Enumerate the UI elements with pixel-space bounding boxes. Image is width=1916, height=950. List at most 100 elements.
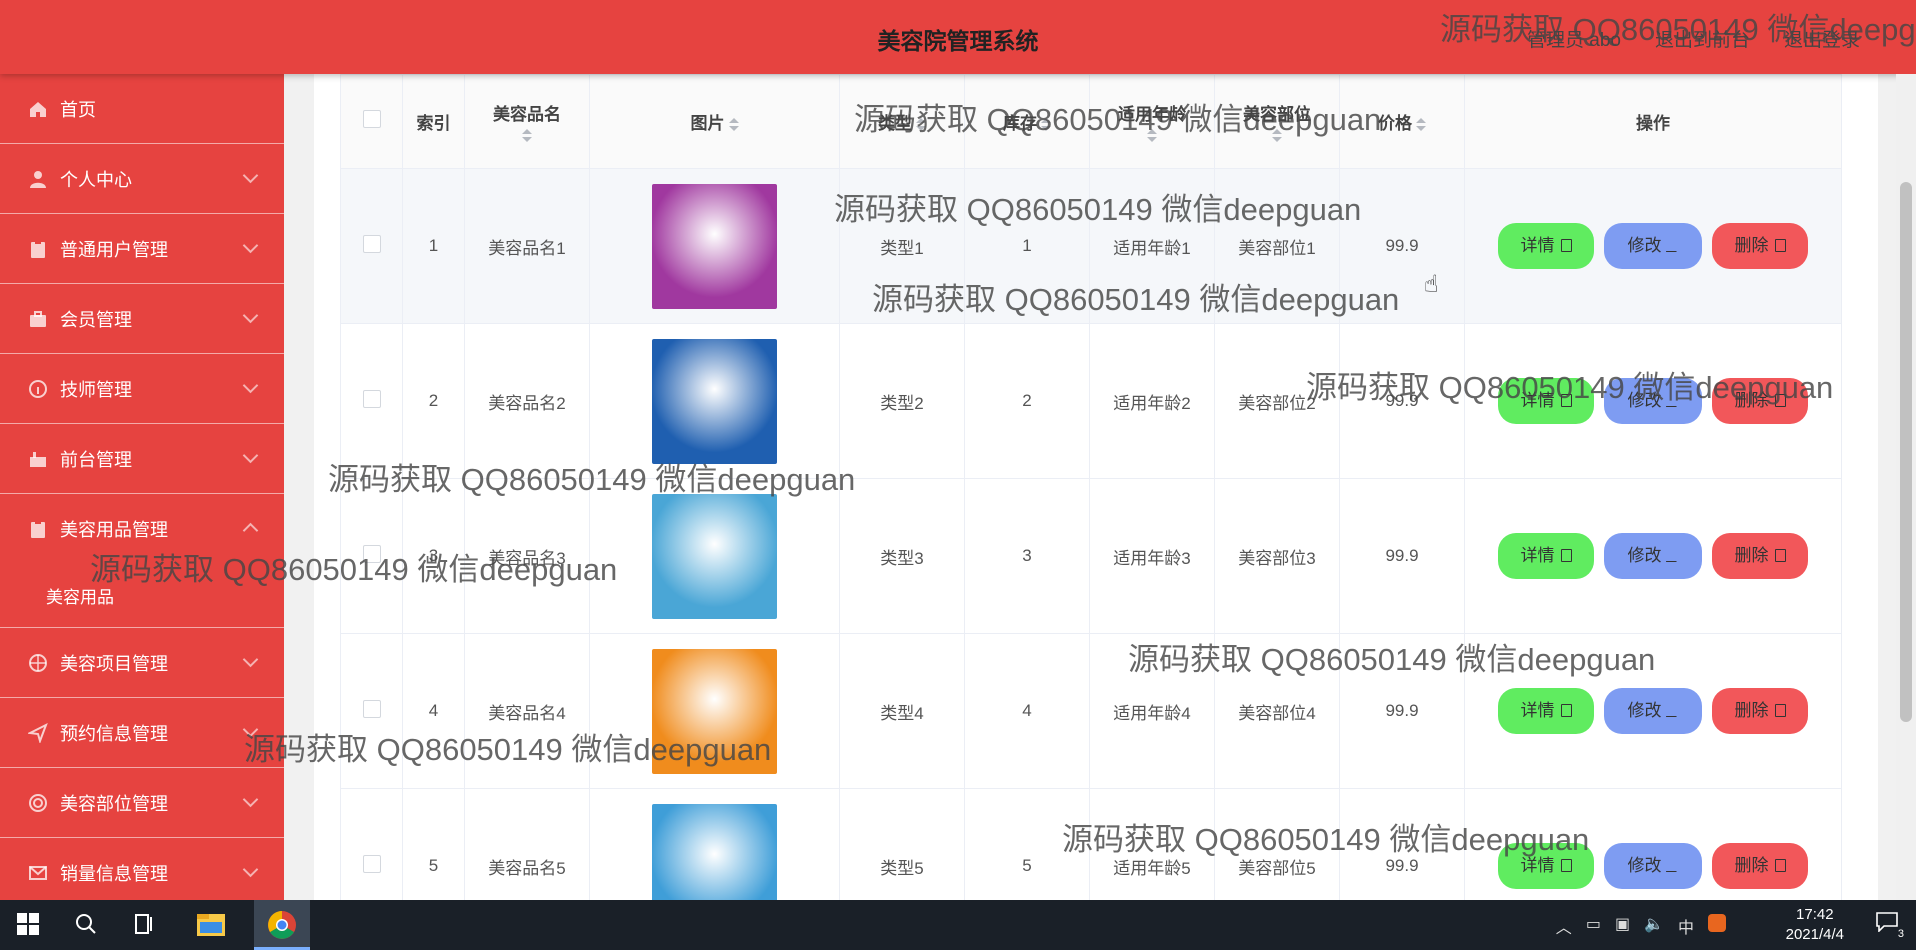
document-icon bbox=[1560, 394, 1572, 407]
logout-link[interactable]: 退出登录 bbox=[1784, 25, 1860, 52]
sidebar-item-home[interactable]: 首页 bbox=[0, 74, 284, 144]
sidebar-subitem-beauty-product[interactable]: 美容用品 bbox=[0, 564, 284, 628]
edit-button[interactable]: 修改 bbox=[1604, 843, 1702, 889]
chrome-taskbar-button[interactable] bbox=[254, 900, 310, 950]
sort-icon[interactable] bbox=[1272, 129, 1282, 143]
cell-part: 美容部位1 bbox=[1214, 168, 1340, 324]
table-row[interactable]: 5 美容品名5 类型5 5 适用年龄5 美容部位5 99.9 详情 修改 删除 bbox=[340, 788, 1842, 900]
sort-icon[interactable] bbox=[1041, 117, 1051, 132]
cell-price: 99.9 bbox=[1339, 478, 1465, 634]
chevron-down-icon bbox=[242, 791, 259, 808]
cell-price: 99.9 bbox=[1339, 168, 1465, 324]
edit-button[interactable]: 修改 bbox=[1604, 223, 1702, 269]
header-links: 管理员 abo 退出到前台 退出登录 bbox=[1527, 25, 1860, 52]
scrollbar-thumb[interactable] bbox=[1900, 182, 1912, 722]
delete-button[interactable]: 删除 bbox=[1712, 378, 1808, 424]
sidebar-item-beauty-projects[interactable]: 美容项目管理 bbox=[0, 628, 284, 698]
table-row[interactable]: 3 美容品名3 类型3 3 适用年龄3 美容部位3 99.9 详情 修改 删除 bbox=[340, 478, 1842, 634]
detail-button[interactable]: 详情 bbox=[1498, 843, 1594, 889]
row-checkbox[interactable] bbox=[362, 544, 381, 563]
search-icon[interactable] bbox=[74, 912, 98, 936]
delete-button[interactable]: 删除 bbox=[1712, 223, 1808, 269]
delete-button[interactable]: 删除 bbox=[1712, 688, 1808, 734]
pencil-icon bbox=[1665, 859, 1681, 872]
windows-start-icon[interactable] bbox=[16, 912, 40, 936]
row-checkbox[interactable] bbox=[362, 389, 381, 408]
header-stock[interactable]: 库存 bbox=[964, 74, 1090, 169]
row-checkbox[interactable] bbox=[362, 699, 381, 718]
delete-button[interactable]: 删除 bbox=[1712, 533, 1808, 579]
header-name[interactable]: 美容品名 bbox=[464, 74, 590, 169]
app-tray-icon[interactable] bbox=[1708, 914, 1726, 932]
task-view-icon[interactable] bbox=[132, 912, 156, 936]
detail-button[interactable]: 详情 bbox=[1498, 533, 1594, 579]
sidebar-item-sales[interactable]: 销量信息管理 bbox=[0, 838, 284, 900]
cell-image bbox=[589, 788, 840, 900]
sort-icon[interactable] bbox=[916, 117, 926, 132]
sidebar-item-beauty-products[interactable]: 美容用品管理 bbox=[0, 494, 284, 564]
header-index: 索引 bbox=[402, 74, 465, 169]
sidebar-item-members[interactable]: 会员管理 bbox=[0, 284, 284, 354]
sidebar-item-label: 预约信息管理 bbox=[60, 723, 168, 744]
sidebar-item-profile[interactable]: 个人中心 bbox=[0, 144, 284, 214]
cell-type: 类型3 bbox=[839, 478, 965, 634]
product-image[interactable] bbox=[652, 338, 777, 464]
back-to-frontend-link[interactable]: 退出到前台 bbox=[1655, 25, 1750, 52]
edit-label: 修改 bbox=[1627, 236, 1662, 255]
table-row[interactable]: 2 美容品名2 类型2 2 适用年龄2 美容部位2 99.9 详情 修改 删除 bbox=[340, 323, 1842, 479]
sort-icon[interactable] bbox=[1147, 129, 1157, 143]
edit-button[interactable]: 修改 bbox=[1604, 533, 1702, 579]
sidebar-item-label: 美容项目管理 bbox=[60, 653, 168, 674]
product-image[interactable] bbox=[652, 648, 777, 774]
chevron-up-icon[interactable]: ︿ bbox=[1556, 914, 1572, 938]
product-image[interactable] bbox=[652, 803, 777, 900]
sidebar-item-appointments[interactable]: 预约信息管理 bbox=[0, 698, 284, 768]
file-explorer-icon[interactable] bbox=[196, 910, 226, 938]
cell-type: 类型2 bbox=[839, 323, 965, 479]
header-part[interactable]: 美容部位 bbox=[1214, 74, 1340, 169]
send-icon bbox=[28, 722, 48, 743]
detail-button[interactable]: 详情 bbox=[1498, 378, 1594, 424]
cell-part: 美容部位3 bbox=[1214, 478, 1340, 634]
detail-button[interactable]: 详情 bbox=[1498, 223, 1594, 269]
sidebar-item-body-parts[interactable]: 美容部位管理 bbox=[0, 768, 284, 838]
sort-icon[interactable] bbox=[728, 117, 739, 132]
delete-button[interactable]: 删除 bbox=[1712, 843, 1808, 889]
volume-icon[interactable]: 🔈 bbox=[1644, 914, 1664, 938]
notification-center[interactable]: 3 bbox=[1876, 912, 1904, 940]
network-icon[interactable]: ▣ bbox=[1615, 914, 1630, 938]
row-select-cell bbox=[340, 478, 403, 634]
product-image[interactable] bbox=[652, 493, 777, 619]
header-type[interactable]: 类型 bbox=[839, 74, 965, 169]
product-image[interactable] bbox=[652, 183, 777, 309]
detail-button[interactable]: 详情 bbox=[1498, 688, 1594, 734]
edit-button[interactable]: 修改 bbox=[1604, 378, 1702, 424]
sidebar-item-label: 会员管理 bbox=[60, 309, 132, 330]
ime-indicator[interactable]: 中 bbox=[1678, 914, 1694, 938]
table-row[interactable]: 4 美容品名4 类型4 4 适用年龄4 美容部位4 99.9 详情 修改 删除 bbox=[340, 633, 1842, 789]
sidebar-item-technicians[interactable]: 技师管理 bbox=[0, 354, 284, 424]
header-price[interactable]: 价格 bbox=[1339, 74, 1465, 169]
table-row[interactable]: 1 美容品名1 类型1 1 适用年龄1 美容部位1 99.9 详情 修改 删除 bbox=[340, 168, 1842, 324]
sidebar-item-users[interactable]: 普通用户管理 bbox=[0, 214, 284, 284]
battery-icon[interactable]: ▭ bbox=[1586, 914, 1601, 938]
sidebar-item-front-desk[interactable]: 前台管理 bbox=[0, 424, 284, 494]
product-table: 索引 美容品名 图片 类型 库存 适用年龄 美容部位 价格 操作 1 美容品名1 类… bbox=[340, 74, 1842, 900]
row-checkbox[interactable] bbox=[362, 234, 381, 253]
taskbar-clock[interactable]: 17:42 2021/4/4 bbox=[1786, 905, 1844, 945]
row-checkbox[interactable] bbox=[362, 854, 381, 873]
select-all-checkbox[interactable] bbox=[362, 110, 381, 128]
page-scrollbar[interactable] bbox=[1896, 74, 1916, 900]
cell-price: 99.9 bbox=[1339, 633, 1465, 789]
cell-index: 5 bbox=[402, 788, 465, 900]
cell-stock: 4 bbox=[964, 633, 1090, 789]
sort-icon[interactable] bbox=[522, 129, 532, 143]
edit-button[interactable]: 修改 bbox=[1604, 688, 1702, 734]
sort-icon[interactable] bbox=[1416, 117, 1426, 132]
top-header: 美容院管理系统 管理员 abo 退出到前台 退出登录 bbox=[0, 0, 1916, 74]
header-image[interactable]: 图片 bbox=[589, 74, 840, 169]
cell-name: 美容品名2 bbox=[464, 323, 590, 479]
header-age[interactable]: 适用年龄 bbox=[1089, 74, 1215, 169]
chevron-down-icon bbox=[242, 447, 259, 464]
table-header-row: 索引 美容品名 图片 类型 库存 适用年龄 美容部位 价格 操作 bbox=[340, 74, 1842, 169]
